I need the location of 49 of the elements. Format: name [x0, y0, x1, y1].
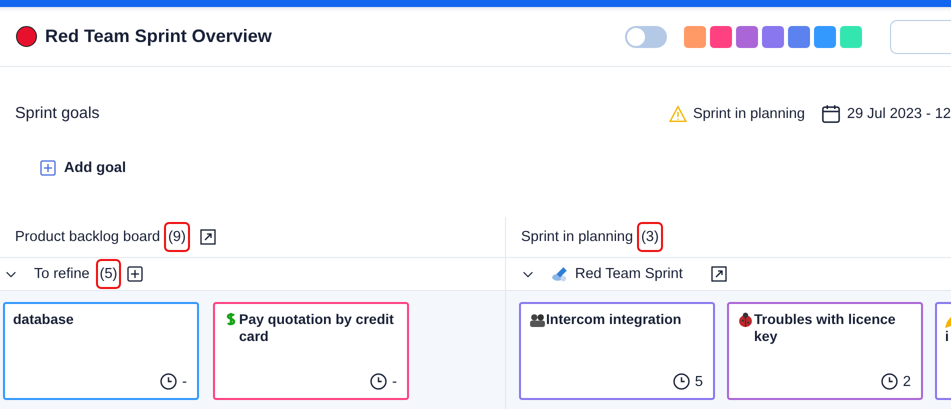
- group-title: To refine: [34, 266, 90, 282]
- estimate: 2: [902, 374, 911, 390]
- card-title: Pay quotation by credit card: [239, 311, 395, 345]
- item-count: (9): [164, 222, 190, 252]
- date-range: 29 Jul 2023 - 12: [847, 106, 951, 122]
- add-goal-button[interactable]: Add goal: [40, 160, 126, 176]
- item-count: (3): [637, 222, 663, 252]
- item-count: (5): [96, 259, 122, 289]
- search-field[interactable]: [890, 20, 951, 54]
- task-card[interactable]: Troubles with licence key 2: [727, 302, 923, 400]
- color-swatch[interactable]: [814, 26, 836, 48]
- color-swatch[interactable]: [684, 26, 706, 48]
- group-title: Red Team Sprint: [575, 266, 683, 282]
- sprint-status: Sprint in planning: [692, 106, 805, 122]
- column-title: Sprint in planning: [521, 229, 634, 245]
- clock-icon: [672, 373, 690, 390]
- estimate: 5: [694, 374, 703, 390]
- card-title: database: [13, 311, 75, 328]
- color-swatch[interactable]: [840, 26, 862, 48]
- ladybug-icon: [737, 311, 754, 328]
- open-link-button[interactable]: [710, 266, 727, 282]
- page-title: Red Team Sprint Overview: [45, 26, 272, 47]
- clock-icon: [880, 373, 898, 390]
- sprint-icon: [551, 265, 569, 283]
- color-swatch[interactable]: [762, 26, 784, 48]
- color-swatch[interactable]: [710, 26, 732, 48]
- task-card[interactable]: database -: [3, 302, 199, 400]
- plus-icon: [40, 160, 56, 176]
- estimate: -: [392, 374, 397, 390]
- estimate: -: [182, 374, 187, 390]
- people-icon: [529, 311, 546, 328]
- open-link-button[interactable]: [200, 229, 216, 245]
- warning-icon: [668, 105, 687, 123]
- color-swatch[interactable]: [736, 26, 758, 48]
- calendar-icon: [821, 104, 841, 124]
- column-title: Product backlog board: [15, 229, 160, 245]
- section-title: Sprint goals: [15, 105, 100, 123]
- task-card[interactable]: Intercom integration 5: [519, 302, 715, 400]
- card-title: Intercom integration: [546, 311, 682, 328]
- add-button[interactable]: [127, 266, 144, 282]
- card-title: Troubles with licence key: [754, 311, 897, 345]
- toggle-switch[interactable]: [625, 26, 667, 48]
- card-title: i: [945, 328, 950, 345]
- clock-icon: [160, 373, 178, 390]
- clock-icon: [370, 373, 388, 390]
- task-card[interactable]: Pay quotation by credit card -: [213, 302, 409, 400]
- color-swatch[interactable]: [788, 26, 810, 48]
- status-dot: [16, 26, 37, 47]
- task-card[interactable]: i: [935, 302, 951, 400]
